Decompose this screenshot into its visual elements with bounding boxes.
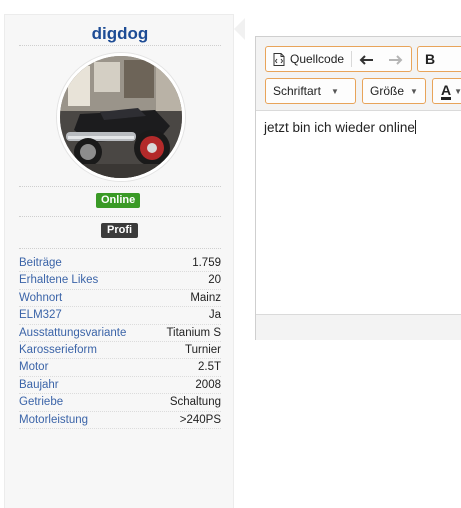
divider bbox=[19, 45, 221, 46]
text-cursor bbox=[414, 120, 416, 134]
font-size-button[interactable]: Größe ▼ bbox=[363, 79, 425, 103]
stat-label[interactable]: Baujahr bbox=[19, 377, 59, 393]
chevron-down-icon: ▼ bbox=[410, 86, 418, 96]
stat-row: Ausstattungsvariante Titanium S bbox=[19, 325, 221, 342]
stat-label[interactable]: ELM327 bbox=[19, 307, 62, 323]
message-editor: Quellcode B Schriftart ▼ Größe ▼ A ▼ jet… bbox=[255, 36, 461, 340]
stat-row: Erhaltene Likes 20 bbox=[19, 272, 221, 290]
toolbar-group-source: Quellcode bbox=[265, 46, 412, 72]
stat-value: Titanium S bbox=[166, 326, 221, 339]
text-color-icon: A bbox=[441, 81, 452, 100]
stat-row: Motor 2.5T bbox=[19, 359, 221, 377]
stat-value: 2.5T bbox=[197, 361, 221, 374]
stat-label[interactable]: Motor bbox=[19, 359, 48, 375]
source-code-icon bbox=[273, 52, 285, 66]
divider bbox=[19, 186, 221, 187]
stat-row: ELM327 Ja bbox=[19, 307, 221, 325]
chevron-down-icon: ▼ bbox=[454, 86, 461, 96]
divider bbox=[19, 248, 221, 249]
editor-statusbar bbox=[256, 314, 461, 340]
bold-button[interactable]: B bbox=[418, 47, 442, 71]
divider bbox=[19, 216, 221, 217]
redo-icon bbox=[389, 54, 403, 65]
font-family-button[interactable]: Schriftart ▼ bbox=[266, 79, 346, 103]
stat-value: 20 bbox=[208, 274, 221, 287]
avatar-image bbox=[60, 56, 182, 178]
source-code-label: Quellcode bbox=[290, 52, 345, 66]
user-sidebar: digdog Online Profi Beiträge 1.759 Erhal… bbox=[4, 14, 234, 508]
editor-toolbar: Quellcode B Schriftart ▼ Größe ▼ A ▼ bbox=[256, 37, 461, 111]
stat-row: Getriebe Schaltung bbox=[19, 394, 221, 412]
stat-value: 2008 bbox=[195, 378, 221, 391]
stat-label[interactable]: Wohnort bbox=[19, 290, 62, 306]
stat-value: Schaltung bbox=[169, 396, 221, 409]
user-stats-list: Beiträge 1.759 Erhaltene Likes 20 Wohnor… bbox=[19, 255, 221, 429]
stat-label[interactable]: Karosserieform bbox=[19, 342, 97, 358]
stat-row: Baujahr 2008 bbox=[19, 377, 221, 395]
stat-label[interactable]: Beiträge bbox=[19, 255, 62, 271]
editor-text: jetzt bin ich wieder online bbox=[264, 120, 415, 135]
stat-row: Wohnort Mainz bbox=[19, 290, 221, 308]
stat-row: Motorleistung >240PS bbox=[19, 412, 221, 429]
stat-label[interactable]: Motorleistung bbox=[19, 412, 88, 428]
chevron-down-icon: ▼ bbox=[331, 86, 339, 96]
redo-button[interactable] bbox=[381, 47, 410, 71]
stat-value: Turnier bbox=[185, 343, 221, 356]
stat-label[interactable]: Ausstattungsvariante bbox=[19, 325, 126, 341]
online-status-badge: Online bbox=[96, 193, 141, 208]
username-link[interactable]: digdog bbox=[5, 24, 235, 44]
stat-row: Karosserieform Turnier bbox=[19, 342, 221, 360]
font-family-label: Schriftart bbox=[273, 84, 322, 98]
speech-arrow bbox=[234, 18, 245, 40]
stat-row: Beiträge 1.759 bbox=[19, 255, 221, 273]
stat-value: >240PS bbox=[179, 413, 221, 426]
stat-label[interactable]: Erhaltene Likes bbox=[19, 272, 98, 288]
user-rank-badge: Profi bbox=[101, 223, 139, 238]
stat-label[interactable]: Getriebe bbox=[19, 394, 63, 410]
text-color-button[interactable]: A ▼ bbox=[433, 79, 461, 103]
undo-icon bbox=[359, 54, 374, 65]
stat-value: Mainz bbox=[190, 291, 221, 304]
source-code-button[interactable]: Quellcode bbox=[266, 47, 351, 71]
page: digdog Online Profi Beiträge 1.759 Erhal… bbox=[0, 0, 461, 508]
stat-value: Ja bbox=[208, 309, 221, 322]
font-family-dropdown[interactable]: Schriftart ▼ bbox=[265, 78, 356, 104]
text-color-dropdown[interactable]: A ▼ bbox=[432, 78, 461, 104]
avatar[interactable] bbox=[57, 53, 185, 181]
font-size-label: Größe bbox=[370, 84, 405, 98]
toolbar-group-format: B bbox=[417, 46, 461, 72]
editor-content[interactable]: jetzt bin ich wieder online bbox=[256, 111, 461, 314]
undo-button[interactable] bbox=[352, 47, 381, 71]
font-size-dropdown[interactable]: Größe ▼ bbox=[362, 78, 426, 104]
stat-value: 1.759 bbox=[192, 257, 221, 269]
